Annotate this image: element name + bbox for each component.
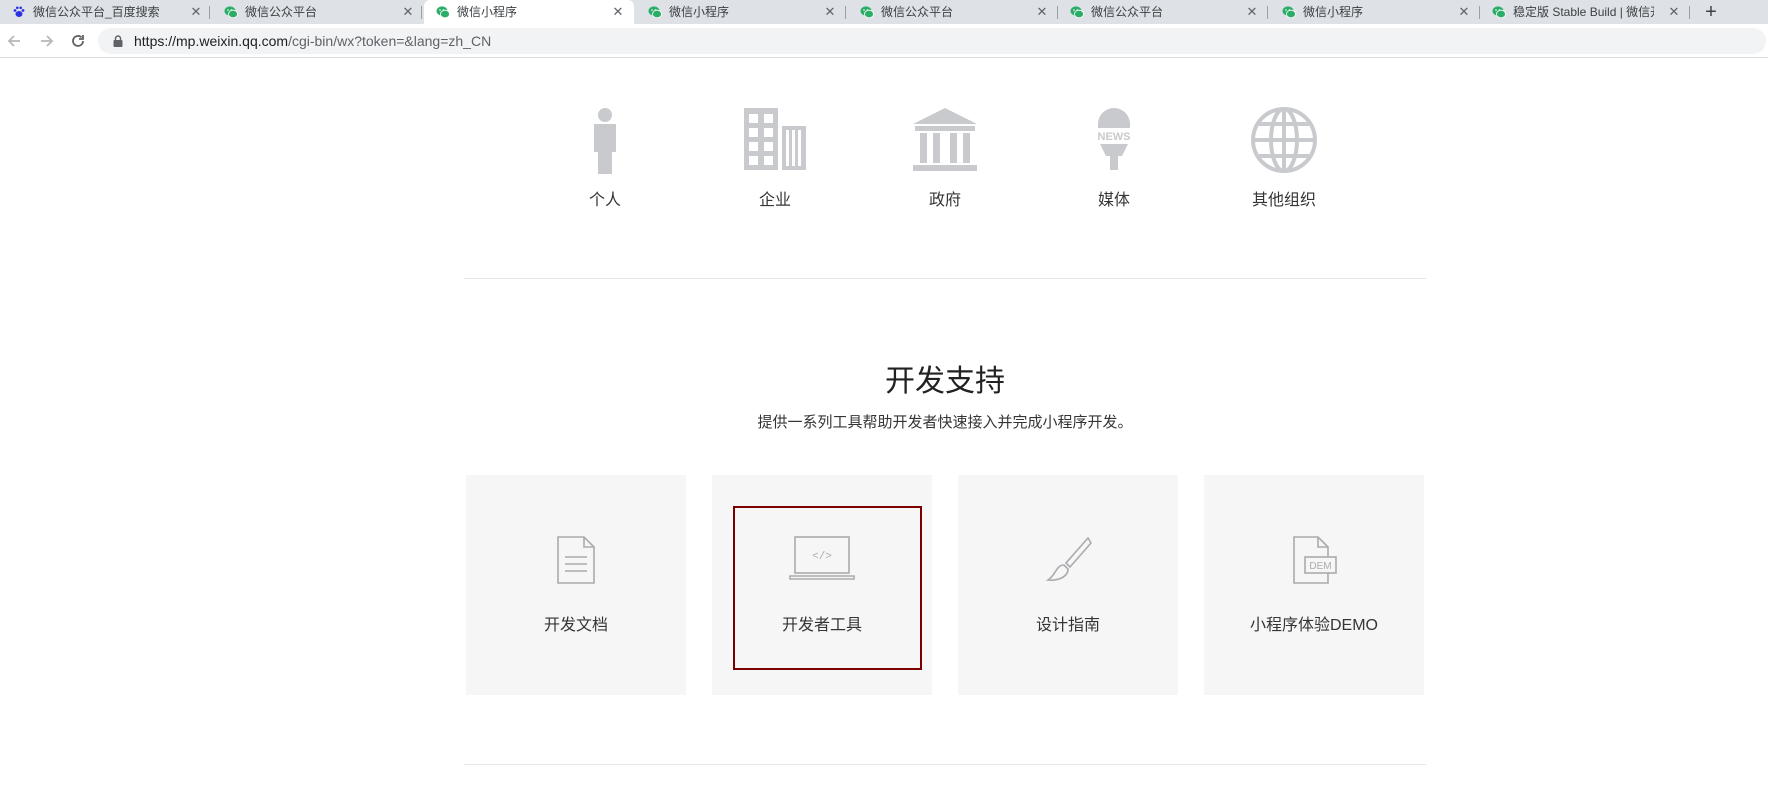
account-type-government[interactable]: 政府 <box>900 106 990 209</box>
account-type-label: 企业 <box>758 192 791 209</box>
tab-close-icon[interactable]: ✕ <box>610 4 626 20</box>
account-type-label: 其他组织 <box>1251 192 1316 209</box>
lock-icon[interactable] <box>112 35 124 47</box>
tab-baidu-search[interactable]: 微信公众平台_百度搜索 ✕ <box>0 0 210 24</box>
news-icon-text: NEWS <box>1098 131 1131 143</box>
person-icon <box>594 108 616 174</box>
account-type-label: 政府 <box>928 192 961 209</box>
enterprise-building-icon <box>744 108 806 170</box>
tab-stable-build-docs[interactable]: 稳定版 Stable Build | 微信开放文档 ✕ <box>1480 0 1690 24</box>
back-arrow-icon[interactable] <box>4 30 26 52</box>
page-content: 个人 企业 政府 NEWS 媒体 其他组织 开发支持 提供一系列工具帮助开发者快… <box>0 59 1768 802</box>
url-path: /cgi-bin/wx?token=&lang=zh_CN <box>288 33 492 49</box>
tab-title: 微信公众平台 <box>1091 5 1164 19</box>
news-microphone-icon: NEWS <box>1098 108 1131 170</box>
account-type-label: 媒体 <box>1097 192 1130 209</box>
wechat-icon <box>436 6 450 19</box>
wechat-icon <box>1282 6 1296 19</box>
tab-close-icon[interactable]: ✕ <box>188 4 204 20</box>
card-dev-tools[interactable]: </> 开发者工具 <box>712 475 932 695</box>
card-label: 小程序体验DEMO <box>1249 617 1378 634</box>
tab-close-icon[interactable]: ✕ <box>1666 4 1682 20</box>
card-demo[interactable]: DEM 小程序体验DEMO <box>1204 475 1424 695</box>
card-dev-docs[interactable]: 开发文档 <box>466 475 686 695</box>
baidu-paw-icon <box>13 6 25 17</box>
address-bar[interactable]: https://mp.weixin.qq.com/cgi-bin/wx?toke… <box>98 28 1766 54</box>
browser-tab-strip: 微信公众平台_百度搜索 ✕ 微信公众平台 ✕ 微信小程序 ✕ 微信小程序 ✕ 微… <box>0 0 1768 24</box>
tab-separator <box>1267 6 1268 19</box>
account-type-enterprise[interactable]: 企业 <box>730 106 820 209</box>
globe-icon <box>1251 107 1317 173</box>
tab-wechat-platform[interactable]: 微信公众平台 ✕ <box>212 0 422 24</box>
tab-title: 微信小程序 <box>669 5 730 19</box>
account-type-other-org[interactable]: 其他组织 <box>1239 106 1329 209</box>
tab-close-icon[interactable]: ✕ <box>400 4 416 20</box>
account-type-media[interactable]: NEWS 媒体 <box>1069 106 1159 209</box>
tab-title: 微信公众平台 <box>881 5 954 19</box>
tab-separator <box>421 6 422 19</box>
reload-icon[interactable] <box>67 30 89 52</box>
tab-title: 微信小程序 <box>457 5 518 19</box>
url-host: https://mp.weixin.qq.com <box>134 33 289 49</box>
tab-miniprogram[interactable]: 微信小程序 ✕ <box>1270 0 1480 24</box>
tab-separator <box>845 6 846 19</box>
tab-title: 微信小程序 <box>1303 5 1364 19</box>
browser-toolbar: https://mp.weixin.qq.com/cgi-bin/wx?toke… <box>0 24 1768 58</box>
tab-close-icon[interactable]: ✕ <box>822 4 838 20</box>
section-divider <box>464 764 1426 765</box>
wechat-icon <box>1492 6 1506 19</box>
paintbrush-icon <box>1045 536 1092 581</box>
wechat-icon <box>860 6 874 19</box>
account-type-label: 个人 <box>588 192 621 209</box>
new-tab-button[interactable]: + <box>1700 1 1722 23</box>
government-building-icon <box>913 108 977 171</box>
tab-separator <box>209 6 210 19</box>
wechat-icon <box>224 6 238 19</box>
dev-support-title: 开发支持 <box>885 365 1005 398</box>
forward-arrow-icon[interactable] <box>35 30 57 52</box>
document-icon <box>557 536 595 584</box>
account-type-personal[interactable]: 个人 <box>560 106 650 209</box>
wechat-icon <box>1070 6 1084 19</box>
selection-highlight-box <box>733 506 922 670</box>
tab-close-icon[interactable]: ✕ <box>1456 4 1472 20</box>
tab-close-icon[interactable]: ✕ <box>1244 4 1260 20</box>
card-label: 设计指南 <box>1035 617 1100 634</box>
tab-title: 微信公众平台 <box>245 5 318 19</box>
card-label: 开发文档 <box>543 617 608 634</box>
demo-icon-text: DEM <box>1309 561 1331 572</box>
tab-wechat-platform[interactable]: 微信公众平台 ✕ <box>1058 0 1268 24</box>
url-text[interactable]: https://mp.weixin.qq.com/cgi-bin/wx?toke… <box>134 33 491 49</box>
tab-title: 稳定版 Stable Build | 微信开放文档 <box>1513 5 1654 19</box>
wechat-icon <box>648 6 662 19</box>
tab-miniprogram-active[interactable]: 微信小程序 ✕ <box>424 0 634 24</box>
tab-wechat-platform[interactable]: 微信公众平台 ✕ <box>848 0 1058 24</box>
tab-miniprogram[interactable]: 微信小程序 ✕ <box>636 0 846 24</box>
dev-support-description: 提供一系列工具帮助开发者快速接入并完成小程序开发。 <box>757 414 1133 431</box>
card-design-guide[interactable]: 设计指南 <box>958 475 1178 695</box>
tab-title: 微信公众平台_百度搜索 <box>33 5 160 19</box>
demo-file-icon: DEM <box>1293 536 1337 584</box>
section-divider <box>464 278 1426 279</box>
tab-close-icon[interactable]: ✕ <box>1034 4 1050 20</box>
tab-separator <box>1689 6 1690 19</box>
